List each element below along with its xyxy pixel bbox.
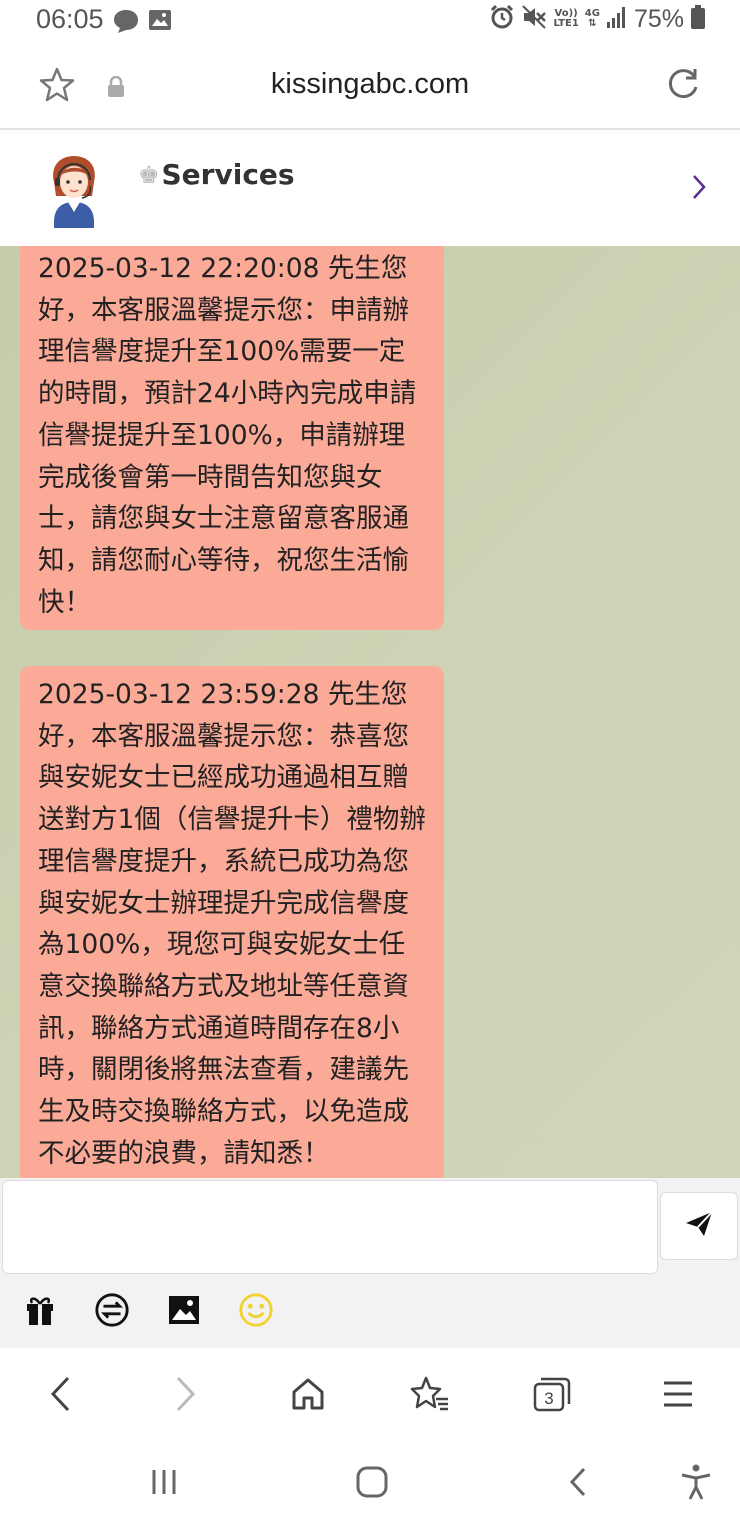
message-text: 2025-03-12 22:20:08 先生您好，本客服溫馨提示您：申請辦理信譽… — [38, 253, 417, 618]
data-arrows-icon: ⇅ — [588, 18, 597, 29]
battery-icon — [690, 4, 706, 34]
exchange-icon[interactable] — [94, 1292, 130, 1328]
reload-icon[interactable] — [664, 66, 702, 108]
battery-percent: 75% — [633, 4, 684, 33]
back-icon[interactable] — [34, 1368, 86, 1420]
crown-icon: ♚ — [138, 160, 160, 189]
tab-count: 3 — [544, 1389, 553, 1408]
menu-icon[interactable] — [652, 1368, 704, 1420]
net-type: 4G ⇅ — [584, 8, 600, 29]
emoji-icon[interactable] — [238, 1292, 274, 1328]
chat-title-text: Services — [161, 158, 295, 191]
chat-title: ♚ Services — [138, 158, 295, 191]
signal-icon — [606, 5, 628, 33]
send-icon — [684, 1210, 714, 1242]
image-icon — [148, 8, 172, 38]
alarm-icon — [489, 4, 515, 34]
mute-icon — [521, 4, 547, 34]
system-navigation — [0, 1440, 740, 1521]
accessibility-icon[interactable] — [674, 1460, 718, 1504]
chevron-right-icon[interactable] — [690, 172, 708, 206]
message-bubble: 2025-03-12 22:20:08 先生您好，本客服溫馨提示您：申請辦理信譽… — [20, 246, 444, 630]
composer — [0, 1178, 740, 1348]
home-button-icon[interactable] — [350, 1460, 394, 1504]
status-notifications — [112, 8, 172, 38]
tabs-icon[interactable]: 3 — [526, 1368, 578, 1420]
browser-url-bar: kissingabc.com — [0, 44, 740, 130]
forward-icon[interactable] — [160, 1368, 212, 1420]
status-bar: 06:05 Vo)) LTE1 4G ⇅ 75% — [0, 0, 740, 44]
bookmarks-icon[interactable] — [404, 1368, 456, 1420]
agent-avatar — [40, 152, 108, 228]
chat-header: ♚ Services — [0, 130, 740, 246]
status-indicators: Vo)) LTE1 4G ⇅ 75% — [489, 4, 706, 34]
chat-bubble-icon — [112, 8, 140, 38]
recents-icon[interactable] — [142, 1460, 186, 1504]
browser-toolbar: 3 — [0, 1348, 740, 1440]
back-icon[interactable] — [556, 1460, 600, 1504]
status-time: 06:05 — [36, 4, 104, 34]
url-text[interactable]: kissingabc.com — [0, 68, 740, 101]
chat-messages[interactable]: 2025-03-12 22:20:08 先生您好，本客服溫馨提示您：申請辦理信譽… — [0, 246, 740, 1178]
send-button[interactable] — [660, 1192, 738, 1260]
message-input[interactable] — [2, 1180, 658, 1274]
gift-icon[interactable] — [22, 1292, 58, 1328]
image-icon[interactable] — [166, 1292, 202, 1328]
home-icon[interactable] — [282, 1368, 334, 1420]
composer-tools — [22, 1292, 274, 1328]
network-label: Vo)) LTE1 — [553, 8, 579, 29]
message-bubble: 2025-03-12 23:59:28 先生您好，本客服溫馨提示您：恭喜您與安妮… — [20, 666, 444, 1178]
message-text: 2025-03-12 23:59:28 先生您好，本客服溫馨提示您：恭喜您與安妮… — [38, 679, 426, 1169]
